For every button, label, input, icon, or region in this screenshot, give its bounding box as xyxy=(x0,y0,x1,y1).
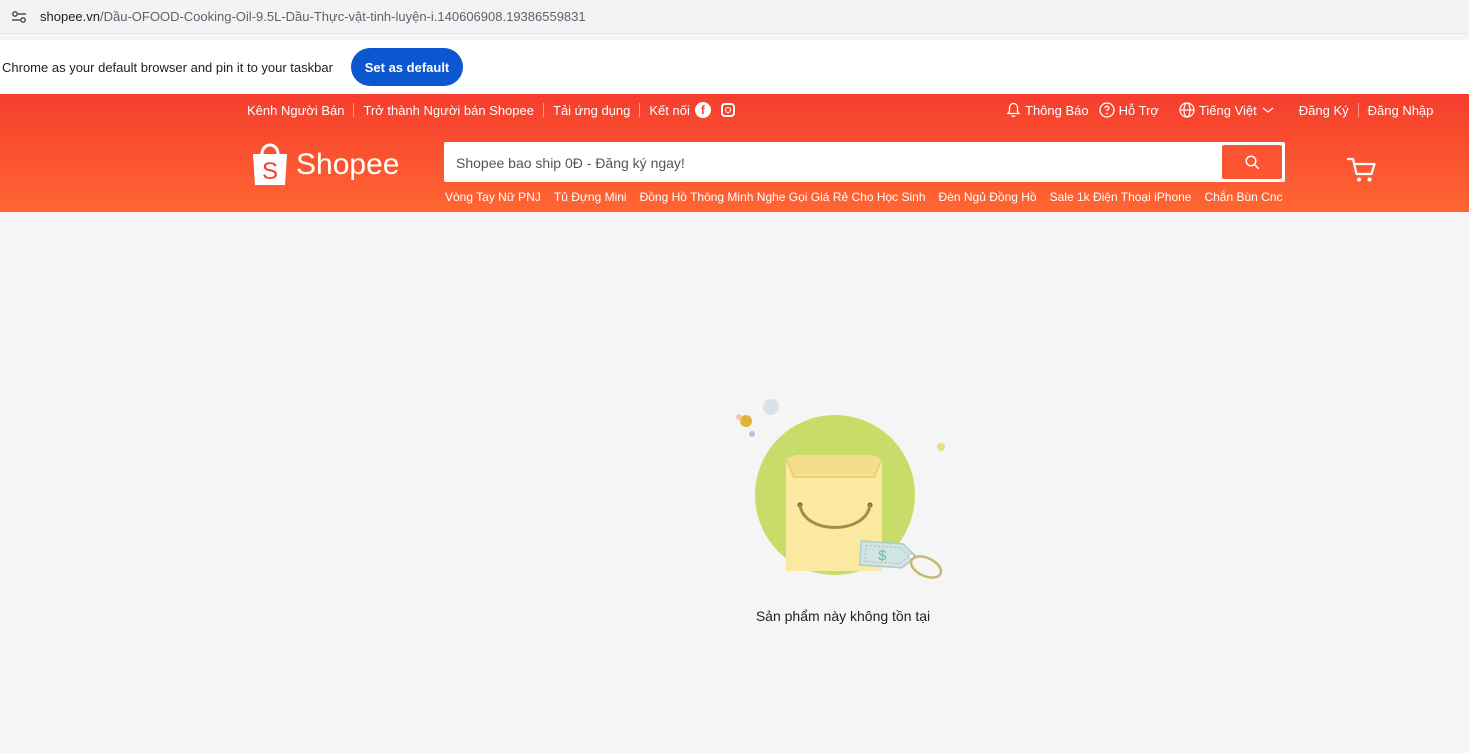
shopee-logo[interactable]: S Shopee xyxy=(250,141,400,189)
download-app-link[interactable]: Tải ứng dụng xyxy=(553,103,630,118)
connect-label: Kết nối xyxy=(649,102,690,118)
url-path: /Dầu-OFOOD-Cooking-Oil-9.5L-Dầu-Thực-vật… xyxy=(100,9,586,24)
help-icon xyxy=(1098,102,1115,118)
help-link[interactable]: Hỗ Trợ xyxy=(1098,102,1159,118)
keyword-link[interactable]: Đèn Ngủ Đồng Hồ xyxy=(939,190,1037,204)
product-not-found-illustration: $ xyxy=(736,399,945,579)
divider xyxy=(639,103,641,117)
language-label: Tiếng Việt xyxy=(1198,102,1257,118)
keyword-link[interactable]: Chắn Bùn Cnc xyxy=(1204,190,1282,204)
empty-state-message: Sản phẩm này không tồn tại xyxy=(755,608,931,624)
notifications-link[interactable]: Thông Báo xyxy=(1006,102,1089,118)
navbar-left: Kênh Người Bán Trở thành Người bán Shope… xyxy=(247,102,735,118)
divider xyxy=(353,103,355,117)
tune-icon[interactable] xyxy=(11,9,27,25)
search-icon xyxy=(1244,154,1259,169)
globe-icon xyxy=(1179,102,1195,118)
seller-centre-link[interactable]: Kênh Người Bán xyxy=(247,103,344,118)
keyword-link[interactable]: Vòng Tay Nữ PNJ xyxy=(445,190,541,204)
keyword-link[interactable]: Tủ Đựng Mini xyxy=(554,190,627,204)
chevron-down-icon xyxy=(1262,107,1274,113)
infobar-message: Chrome as your default browser and pin i… xyxy=(2,60,333,75)
trending-keywords: Vòng Tay Nữ PNJ Tủ Đựng Mini Đồng Hồ Thô… xyxy=(445,190,1283,204)
shopee-header: Kênh Người Bán Trở thành Người bán Shope… xyxy=(0,94,1469,212)
search-button[interactable] xyxy=(1222,145,1282,179)
divider xyxy=(1357,103,1359,117)
keyword-link[interactable]: Sale 1k Điện Thoại iPhone xyxy=(1050,190,1192,204)
search-input[interactable] xyxy=(454,148,1218,178)
set-as-default-button[interactable]: Set as default xyxy=(351,48,463,86)
navbar-right: Thông Báo Hỗ Trợ Tiếng Việt Đăng Ký Đăng… xyxy=(1006,102,1433,118)
divider xyxy=(543,103,544,117)
shopping-bag-logo-icon: S xyxy=(253,143,287,185)
default-browser-infobar: Chrome as your default browser and pin i… xyxy=(0,40,1469,94)
cart-icon[interactable] xyxy=(1347,156,1377,184)
notifications-label: Thông Báo xyxy=(1025,102,1089,118)
logo-text: Shopee xyxy=(296,148,400,181)
login-link[interactable]: Đăng Nhập xyxy=(1368,103,1434,118)
become-seller-link[interactable]: Trở thành Người bán Shopee xyxy=(363,103,534,118)
address-bar[interactable]: shopee.vn/Dầu-OFOOD-Cooking-Oil-9.5L-Dầu… xyxy=(0,0,1469,34)
help-label: Hỗ Trợ xyxy=(1118,102,1159,118)
url-host: shopee.vn xyxy=(40,9,100,24)
search-box xyxy=(444,142,1285,182)
logo-glyph: S xyxy=(262,158,278,185)
facebook-icon[interactable]: f xyxy=(694,102,711,118)
instagram-icon[interactable] xyxy=(720,103,735,117)
register-link[interactable]: Đăng Ký xyxy=(1299,103,1349,118)
bell-icon xyxy=(1006,102,1021,118)
url-text[interactable]: shopee.vn/Dầu-OFOOD-Cooking-Oil-9.5L-Dầu… xyxy=(40,9,586,24)
language-selector[interactable]: Tiếng Việt xyxy=(1179,102,1279,118)
keyword-link[interactable]: Đồng Hồ Thông Minh Nghe Gọi Giá Rẻ Cho H… xyxy=(640,190,926,204)
